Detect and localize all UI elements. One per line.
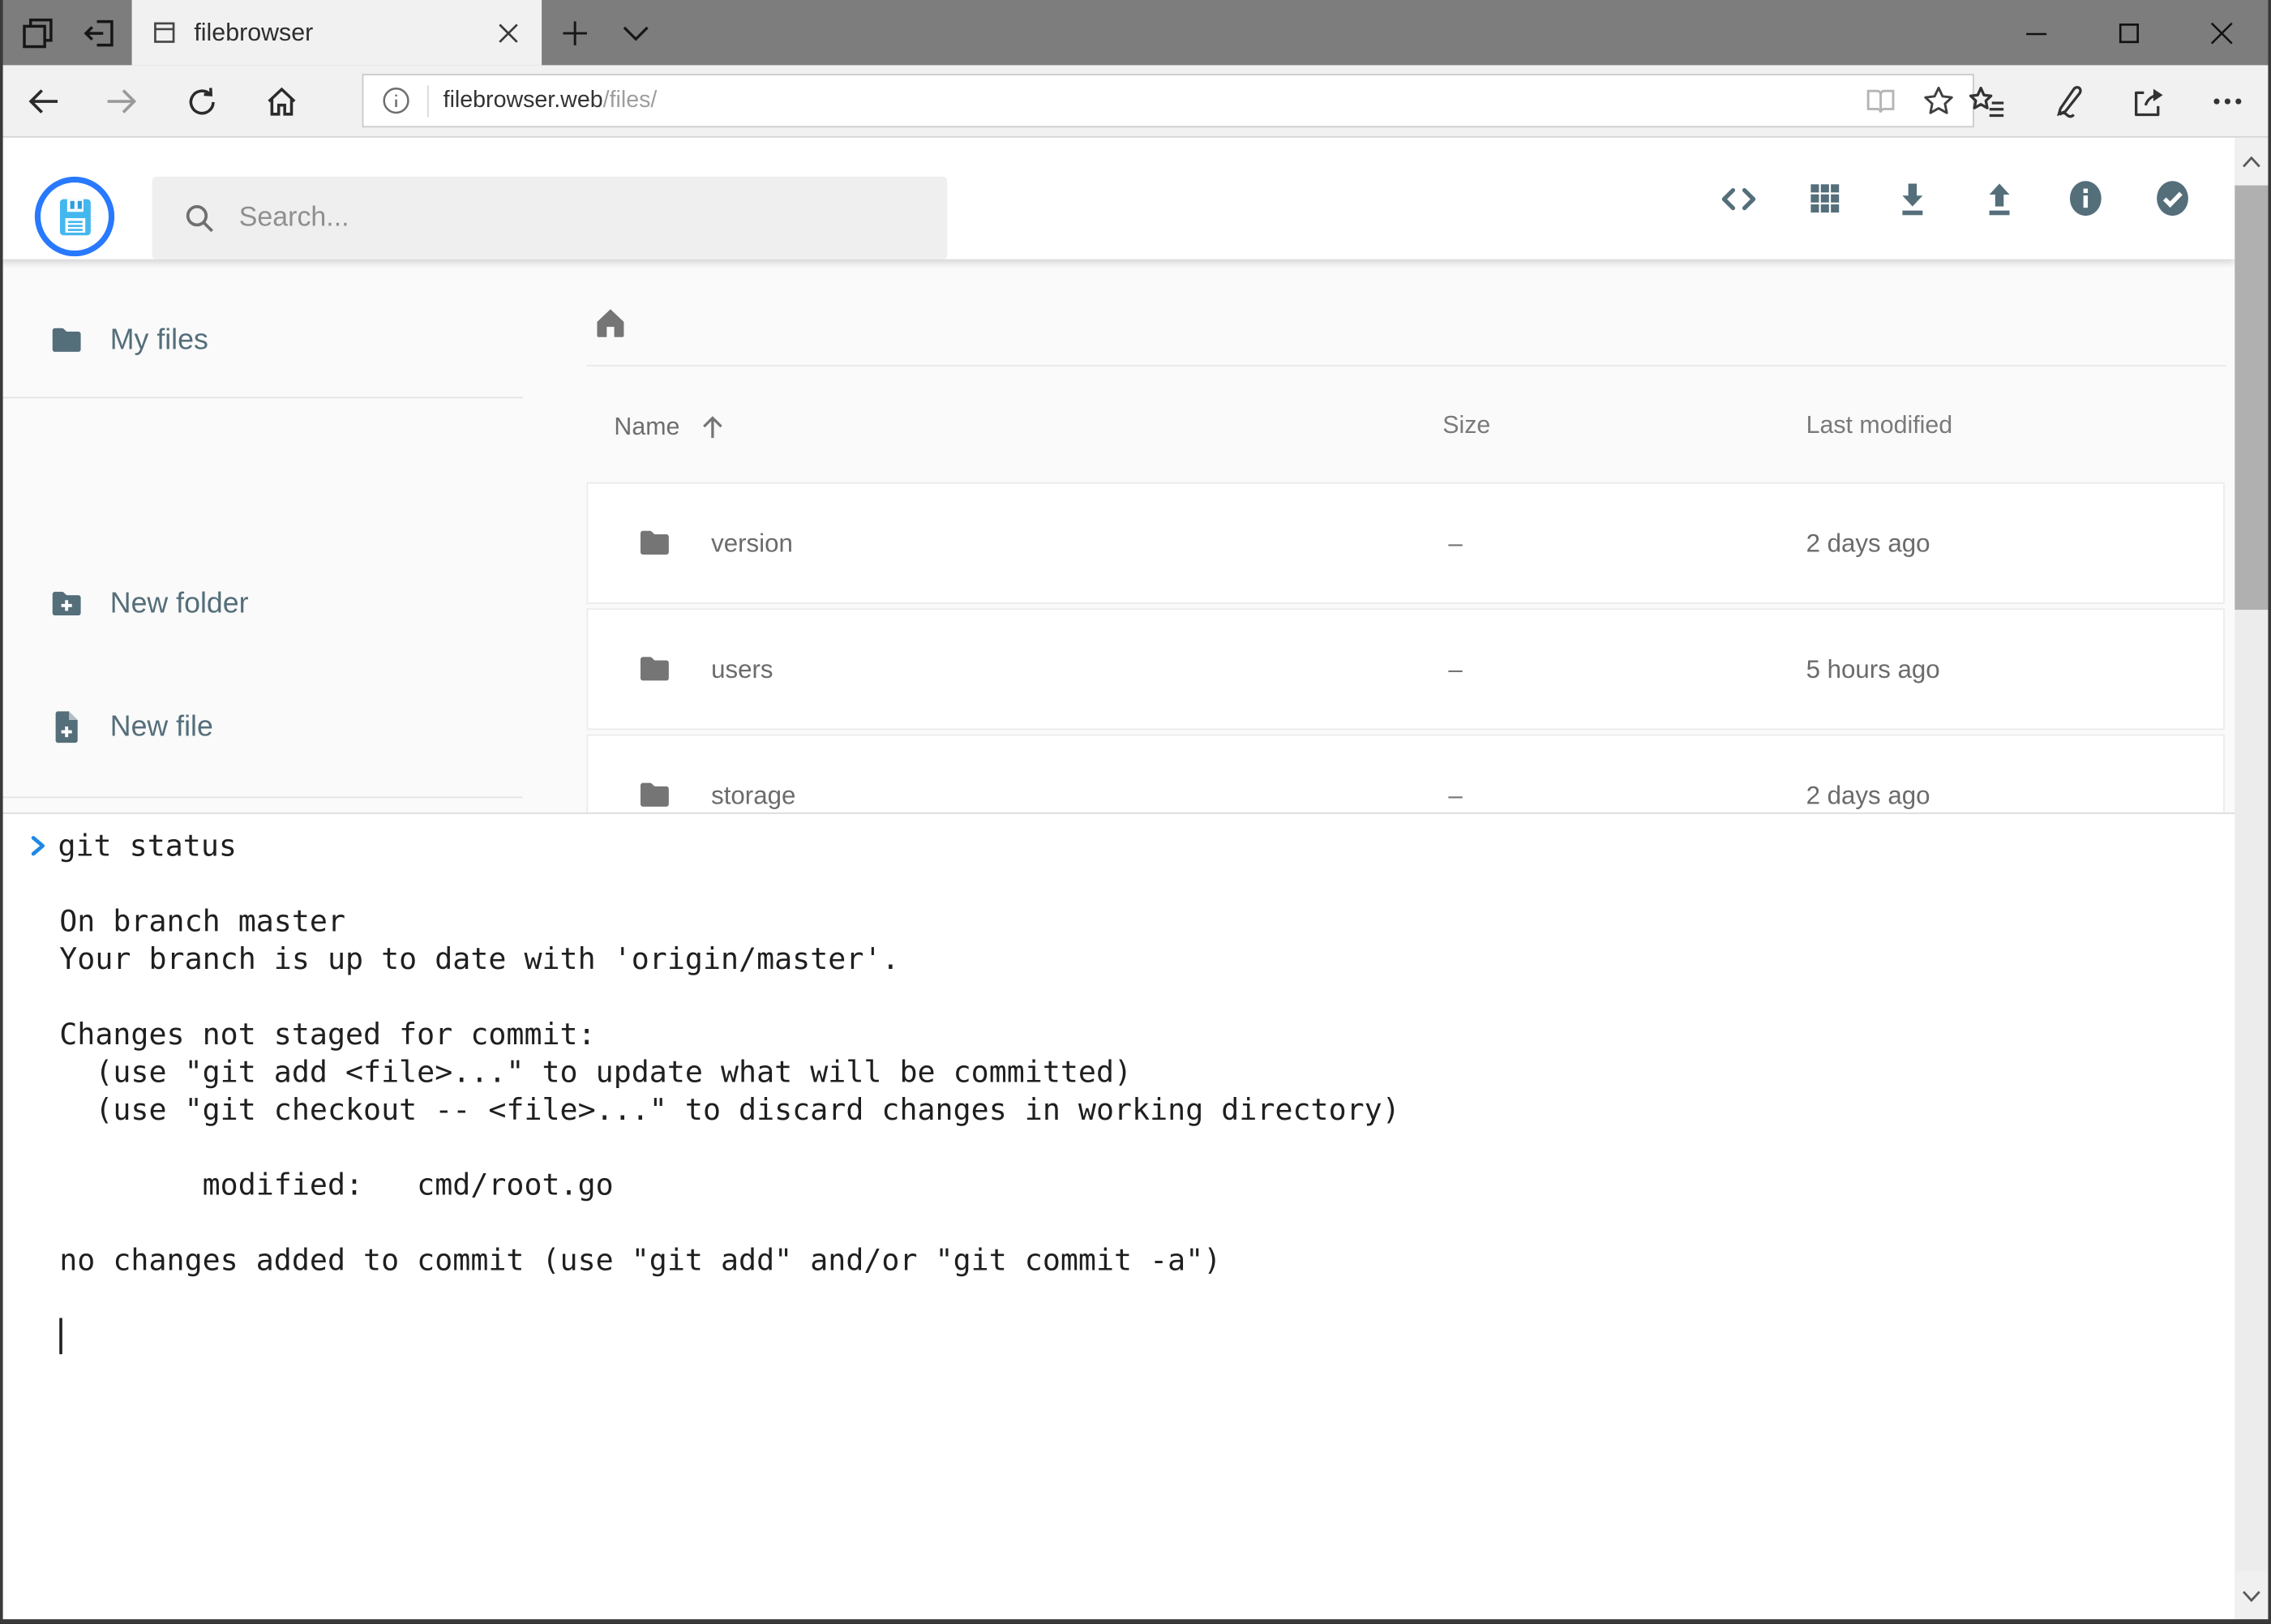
browser-toolbar: filebrowser.web/files/ <box>0 65 2271 137</box>
file-row-users[interactable]: users – 5 hours ago <box>586 608 2224 730</box>
header-actions <box>1695 138 2216 259</box>
more-options-icon[interactable] <box>2194 68 2260 135</box>
url-host: filebrowser.web <box>443 88 603 112</box>
titlebar: filebrowser <box>0 0 2271 65</box>
minimize-button[interactable] <box>1993 0 2080 65</box>
maximize-button[interactable] <box>2085 0 2172 65</box>
sidebar-item-my-files[interactable]: My files <box>0 300 523 381</box>
file-name: users <box>711 654 773 685</box>
page-scrollbar[interactable] <box>2235 138 2268 1619</box>
home-icon[interactable] <box>247 68 314 135</box>
window-border-bottom <box>0 1619 2271 1623</box>
sidebar-item-label: New folder <box>110 587 249 620</box>
refresh-icon[interactable] <box>168 68 234 135</box>
prompt-chevron-icon <box>29 833 48 859</box>
url-text: filebrowser.web/files/ <box>443 88 658 114</box>
terminal-line <box>59 1129 2220 1166</box>
terminal-command: git status <box>58 827 236 864</box>
address-separator <box>427 85 429 117</box>
terminal-line: Changes not staged for commit: <box>59 1015 2220 1052</box>
window-border-right <box>2268 0 2271 1623</box>
terminal-line: Your branch is up to date with 'origin/m… <box>59 940 2220 977</box>
terminal-line: (use "git checkout -- <file>..." to disc… <box>59 1091 2220 1128</box>
tab-preview-icon[interactable] <box>11 0 63 65</box>
browser-window: filebrowser <box>0 0 2271 1623</box>
search-input[interactable]: Search... <box>152 177 948 259</box>
terminal-line <box>59 864 2220 902</box>
new-tab-icon[interactable] <box>551 0 600 65</box>
terminal-cursor-row <box>59 1317 2220 1354</box>
search-placeholder: Search... <box>239 202 349 234</box>
terminal-line <box>59 1279 2220 1316</box>
file-name: storage <box>711 780 795 811</box>
close-window-button[interactable] <box>2179 0 2265 65</box>
site-info-icon[interactable] <box>381 85 412 116</box>
close-tab-icon[interactable] <box>484 8 533 58</box>
tab-favicon-icon <box>151 19 178 46</box>
terminal-output: git status On branch master Your branch … <box>29 827 2221 1354</box>
favorites-hub-icon[interactable] <box>1954 68 2020 135</box>
window-border-left <box>0 0 3 1623</box>
info-icon[interactable] <box>2042 155 2129 242</box>
terminal-line: (use "git add <file>..." to update what … <box>59 1053 2220 1091</box>
upload-icon[interactable] <box>1956 155 2042 242</box>
web-note-pen-icon[interactable] <box>2033 68 2100 135</box>
folder-icon <box>636 525 673 562</box>
file-plus-icon <box>48 709 85 746</box>
filebrowser-logo-icon[interactable] <box>35 177 114 256</box>
terminal-prompt-row: git status <box>29 827 2221 864</box>
share-icon[interactable] <box>2115 68 2181 135</box>
reading-view-icon[interactable] <box>1851 76 1909 126</box>
file-size: – <box>1448 654 1462 685</box>
sidebar-item-new-folder[interactable]: New folder <box>0 563 523 645</box>
grid-view-icon[interactable] <box>1781 155 1868 242</box>
terminal-line <box>59 978 2220 1015</box>
file-row-version[interactable]: version – 2 days ago <box>586 482 2224 604</box>
scroll-down-icon[interactable] <box>2235 1571 2268 1619</box>
terminal-line: On branch master <box>59 902 2220 940</box>
terminal-line: no changes added to commit (use "git add… <box>59 1241 2220 1279</box>
raw-code-icon[interactable] <box>1695 155 1781 242</box>
file-size: – <box>1448 528 1462 559</box>
folder-plus-icon <box>48 585 85 623</box>
file-name: version <box>711 528 793 559</box>
back-icon[interactable] <box>11 68 77 135</box>
sidebar-divider <box>0 796 523 798</box>
browser-tab[interactable]: filebrowser <box>132 0 542 65</box>
url-path: /files/ <box>603 88 658 112</box>
terminal-panel[interactable]: git status On branch master Your branch … <box>0 812 2235 1619</box>
folder-icon <box>636 776 673 813</box>
sidebar-item-label: My files <box>110 324 208 357</box>
address-bar[interactable]: filebrowser.web/files/ <box>362 74 1974 127</box>
file-modified: 2 days ago <box>1806 780 1930 811</box>
tab-title: filebrowser <box>194 18 483 47</box>
tab-list-chevron-icon[interactable] <box>611 0 661 65</box>
terminal-line: modified: cmd/root.go <box>59 1166 2220 1203</box>
file-size: – <box>1448 780 1462 811</box>
file-modified: 2 days ago <box>1806 528 1930 559</box>
terminal-cursor <box>59 1318 62 1354</box>
sidebar-item-label: New file <box>110 710 213 743</box>
sidebar-item-new-file[interactable]: New file <box>0 687 523 768</box>
terminal-line <box>59 1203 2220 1240</box>
download-icon[interactable] <box>1868 155 1955 242</box>
file-modified: 5 hours ago <box>1806 654 1940 685</box>
folder-icon <box>48 322 85 359</box>
select-multiple-check-icon[interactable] <box>2129 155 2216 242</box>
folder-icon <box>636 650 673 688</box>
sidebar-divider <box>0 396 523 398</box>
forward-icon[interactable] <box>88 68 155 135</box>
search-icon <box>182 200 217 235</box>
page-content: Search... <box>0 138 2235 1619</box>
set-tabs-aside-icon[interactable] <box>72 0 124 65</box>
app-header: Search... <box>0 138 2235 259</box>
scroll-up-icon[interactable] <box>2235 138 2268 186</box>
scrollbar-thumb[interactable] <box>2235 186 2268 610</box>
